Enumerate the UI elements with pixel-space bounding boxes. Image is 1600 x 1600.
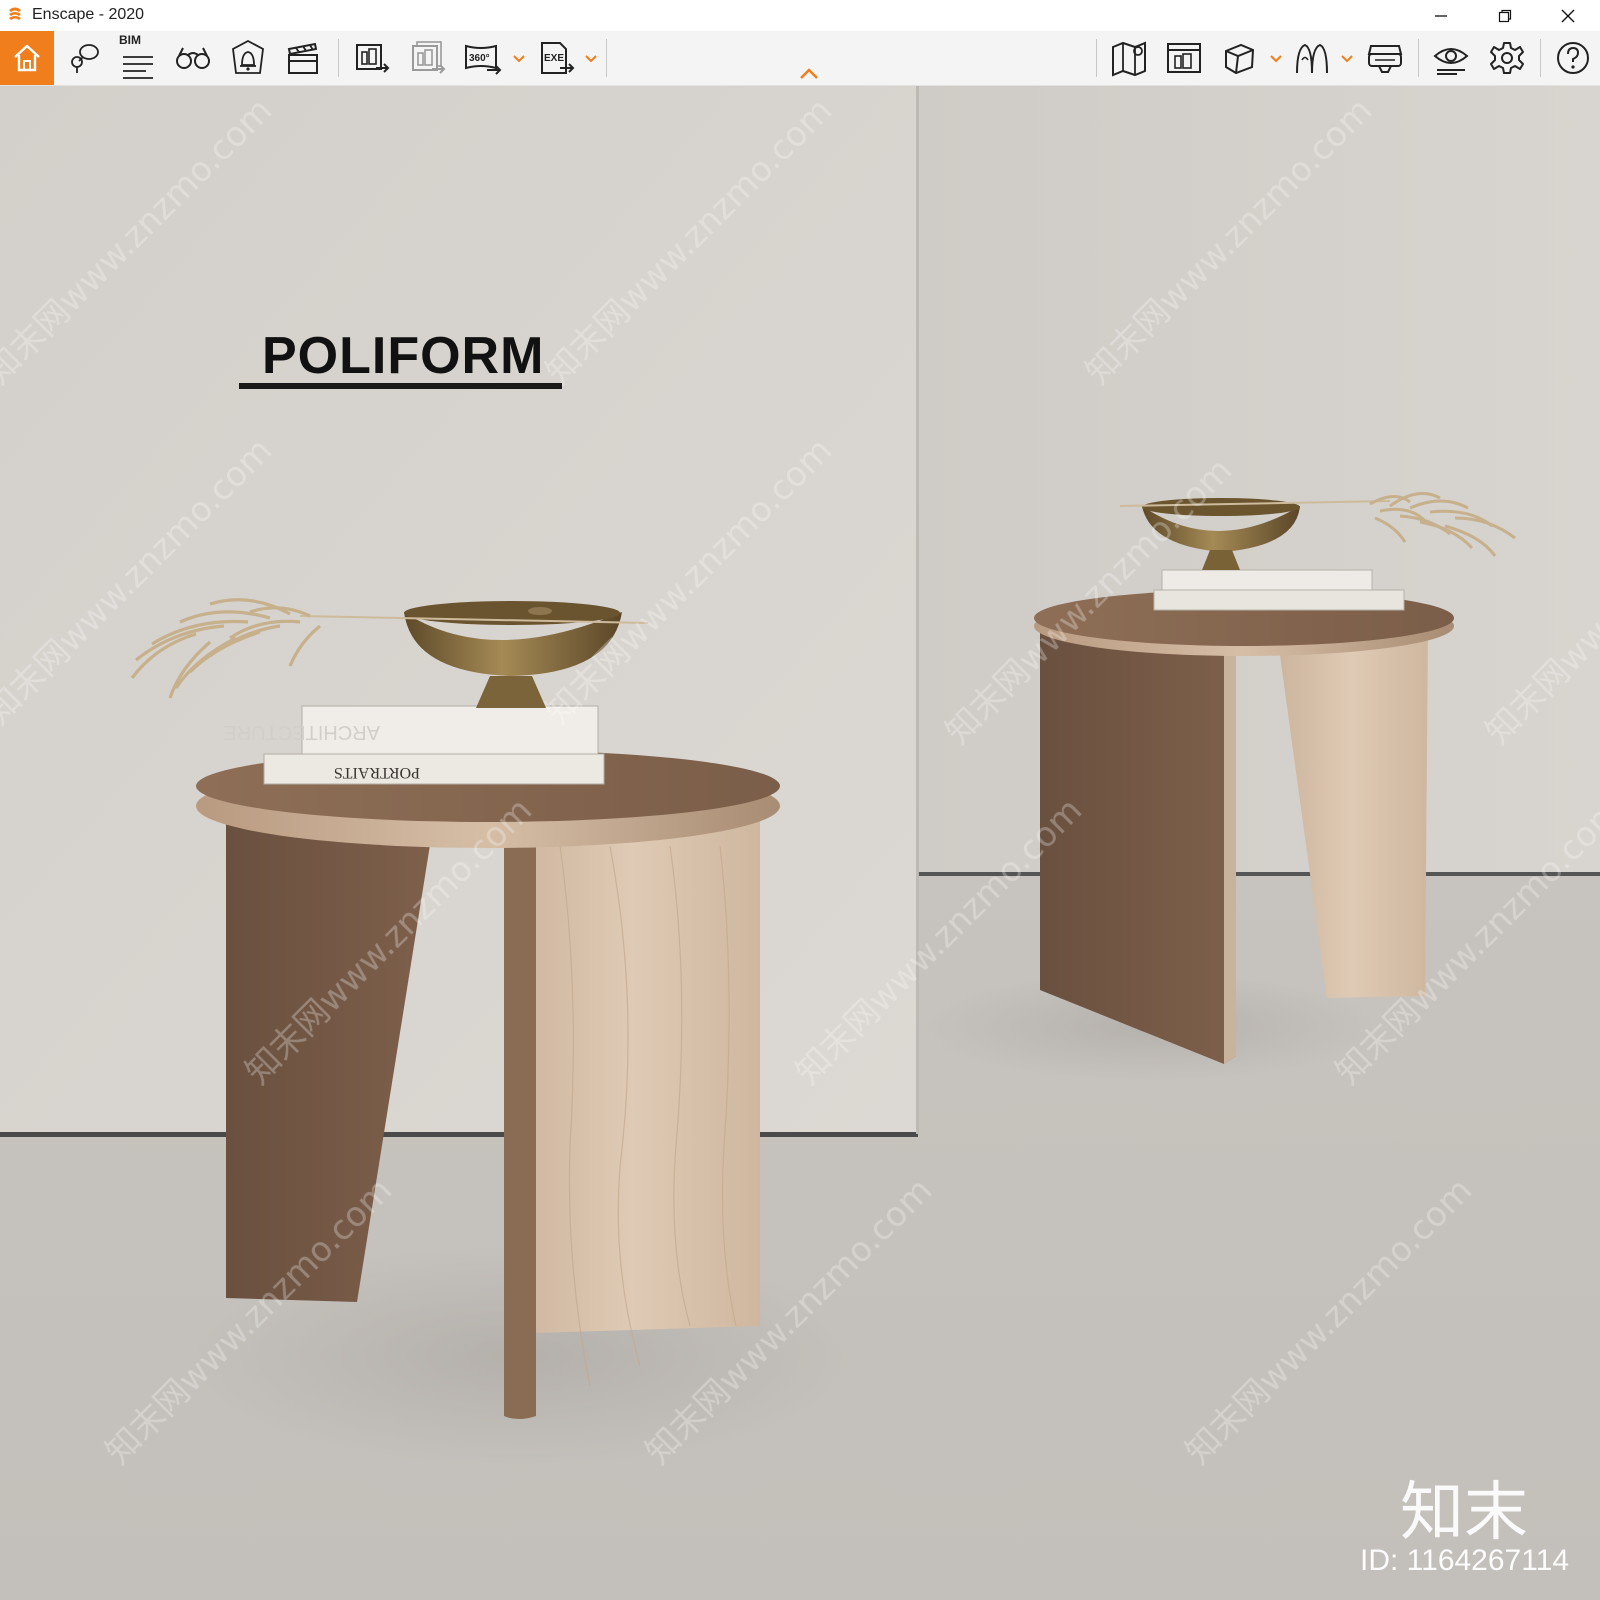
enscape-logo-icon [9,7,21,20]
toolbar-separator [1418,39,1419,77]
svg-text:360°: 360° [469,53,490,64]
cube-button[interactable] [1212,31,1266,85]
svg-text:EXE: EXE [544,53,564,64]
views-button[interactable] [56,31,110,85]
help-icon [1557,42,1589,74]
brand-underline [239,383,562,389]
book-spine-portraits: PORTRAITS [334,764,420,781]
map-icon [1112,41,1146,77]
minimize-icon [1435,14,1447,17]
home-button[interactable] [0,31,54,85]
bim-label: BIM [119,33,141,47]
cube-icon [1225,43,1255,75]
vr-headset-button[interactable] [1358,31,1412,85]
close-button[interactable] [1536,0,1600,31]
toolbar-separator [606,39,607,77]
rendered-scene-image: PORTRAITS ARCHITECTURE 知末网www.znzmo.com … [0,86,1600,1600]
map-pin-icon [71,44,99,73]
panorama-button[interactable]: 360° [456,31,510,85]
batch-render-button[interactable] [402,31,456,85]
enscape-toolbar: BIM 360° EXE [0,31,1600,86]
gear-icon [1490,42,1524,74]
toolbar-separator [1540,39,1541,77]
sketch-icon [1167,43,1201,73]
bim-list-icon [123,56,153,79]
render-export-icon [356,44,390,73]
window-title: Enscape - 2020 [32,6,145,23]
binoculars-icon [176,47,210,69]
binoculars-button[interactable] [166,31,220,85]
chevron-down-icon[interactable] [1269,51,1283,65]
exe-export-button[interactable]: EXE [530,31,584,85]
clapperboard-icon [287,42,318,74]
image-id-label: ID: 1164267114 [1360,1544,1570,1577]
panorama-360-icon: 360° [465,44,502,75]
vr-headset-icon [1367,45,1403,73]
chevron-down-icon[interactable] [584,51,598,65]
toolbar-separator [338,39,339,77]
close-icon [1561,9,1575,22]
brand-title: POLIFORM [262,327,545,385]
video-editor-button[interactable] [276,31,330,85]
watermark-logo: 知末 [1400,1476,1528,1550]
restore-icon [1498,9,1512,22]
walk-mode-button[interactable] [1285,31,1339,85]
eye-icon [1433,48,1469,75]
render-export-button[interactable] [346,31,400,85]
shield-bell-icon [232,39,264,74]
visual-settings-button[interactable] [1424,31,1478,85]
collapse-toolbar-chevron-up-icon[interactable] [798,67,820,81]
book-spine-architecture: ARCHITECTURE [223,721,380,743]
map-button[interactable] [1102,31,1156,85]
sketch-mode-button[interactable] [1157,31,1211,85]
home-icon [14,44,40,72]
atmosphere-button[interactable] [221,31,275,85]
settings-button[interactable] [1480,31,1534,85]
walk-icon [1296,43,1328,74]
window-titlebar: Enscape - 2020 [0,0,1600,31]
chevron-down-icon[interactable] [512,51,526,65]
bim-button[interactable]: BIM [111,31,165,85]
help-button[interactable] [1546,31,1600,85]
restore-button[interactable] [1473,0,1537,31]
minimize-button[interactable] [1409,0,1473,31]
toolbar-separator [1096,39,1097,77]
render-export-stack-icon [412,41,446,74]
chevron-down-icon[interactable] [1340,51,1354,65]
render-viewport[interactable]: PORTRAITS ARCHITECTURE 知末网www.znzmo.com … [0,86,1600,1600]
exe-export-icon: EXE [541,42,575,74]
